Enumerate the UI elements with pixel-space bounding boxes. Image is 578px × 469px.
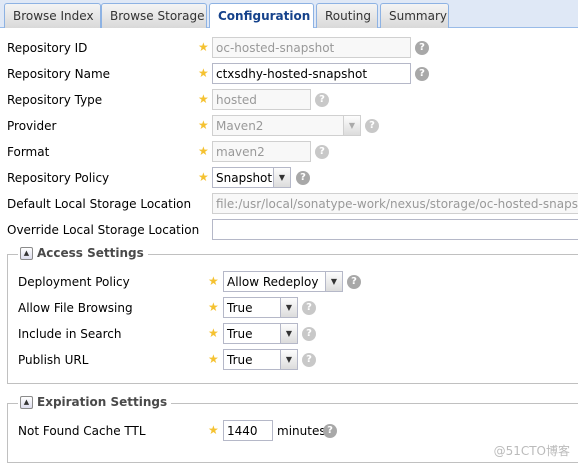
publish-url-row: Publish URL ★ True ▼ ? <box>8 348 568 374</box>
repo-policy-row: Repository Policy ★ Snapshot ▼ ? <box>0 166 578 192</box>
repo-type-field[interactable]: hosted <box>212 89 311 110</box>
required-star-icon: ★ <box>198 66 209 80</box>
tab-configuration[interactable]: Configuration <box>209 3 314 29</box>
not-found-ttl-row: Not Found Cache TTL ★ 1440 minutes ? <box>8 419 568 445</box>
repo-type-row: Repository Type ★ hosted ? <box>0 88 578 114</box>
file-browsing-value: True <box>227 301 253 315</box>
repo-id-field[interactable]: oc-hosted-snapshot <box>212 37 411 58</box>
repo-policy-label: Repository Policy <box>7 171 110 185</box>
required-star-icon: ★ <box>208 352 219 366</box>
help-icon[interactable]: ? <box>315 145 329 159</box>
provider-value: Maven2 <box>216 119 264 133</box>
deployment-policy-select[interactable]: Allow Redeploy ▼ <box>223 271 343 292</box>
file-browsing-select[interactable]: True ▼ <box>223 297 298 318</box>
include-search-select[interactable]: True ▼ <box>223 323 298 344</box>
repo-name-row: Repository Name ★ ctxsdhy-hosted-snapsho… <box>0 62 578 88</box>
help-icon[interactable]: ? <box>347 275 361 289</box>
provider-label: Provider <box>7 119 57 133</box>
tab-routing[interactable]: Routing <box>316 3 378 28</box>
chevron-down-icon[interactable]: ▼ <box>280 324 297 343</box>
help-icon[interactable]: ? <box>323 424 337 438</box>
access-settings-fieldset: ▲ Access Settings Deployment Policy ★ Al… <box>7 246 578 384</box>
tab-browse-index[interactable]: Browse Index <box>4 3 101 28</box>
file-browsing-label: Allow File Browsing <box>18 301 133 315</box>
deployment-policy-row: Deployment Policy ★ Allow Redeploy ▼ ? <box>8 270 568 296</box>
required-star-icon: ★ <box>198 170 209 184</box>
access-settings-title: Access Settings <box>37 246 144 260</box>
format-field[interactable]: maven2 <box>212 141 311 162</box>
required-star-icon: ★ <box>198 40 209 54</box>
provider-select[interactable]: Maven2 ▼ <box>212 115 361 136</box>
help-icon[interactable]: ? <box>302 327 316 341</box>
required-star-icon: ★ <box>198 144 209 158</box>
default-storage-row: Default Local Storage Location file:/usr… <box>0 192 578 218</box>
publish-url-select[interactable]: True ▼ <box>223 349 298 370</box>
required-star-icon: ★ <box>208 326 219 340</box>
tab-bar: Browse Index Browse Storage Configuratio… <box>0 0 578 29</box>
required-star-icon: ★ <box>198 118 209 132</box>
deployment-policy-label: Deployment Policy <box>18 275 130 289</box>
repo-id-row: Repository ID ★ oc-hosted-snapshot ? <box>0 36 578 62</box>
not-found-ttl-field[interactable]: 1440 <box>223 420 273 441</box>
required-star-icon: ★ <box>198 92 209 106</box>
repo-policy-select[interactable]: Snapshot ▼ <box>212 167 291 188</box>
default-storage-label: Default Local Storage Location <box>7 197 192 211</box>
format-label: Format <box>7 145 50 159</box>
chevron-down-icon[interactable]: ▼ <box>273 168 290 187</box>
override-storage-row: Override Local Storage Location <box>0 218 578 244</box>
not-found-ttl-label: Not Found Cache TTL <box>18 424 146 438</box>
override-storage-field[interactable] <box>212 219 578 240</box>
watermark: @51CTO博客 <box>493 444 570 458</box>
expiration-settings-fieldset: ▲ Expiration Settings Not Found Cache TT… <box>7 395 578 463</box>
required-star-icon: ★ <box>208 274 219 288</box>
override-storage-label: Override Local Storage Location <box>7 223 200 237</box>
default-storage-field[interactable]: file:/usr/local/sonatype-work/nexus/stor… <box>212 193 578 214</box>
repo-policy-value: Snapshot <box>216 171 273 185</box>
repo-name-field[interactable]: ctxsdhy-hosted-snapshot <box>212 63 411 84</box>
collapse-icon[interactable]: ▲ <box>20 246 33 260</box>
chevron-down-icon[interactable]: ▼ <box>280 298 297 317</box>
help-icon[interactable]: ? <box>415 67 429 81</box>
tab-browse-storage[interactable]: Browse Storage <box>101 3 207 28</box>
help-icon[interactable]: ? <box>365 119 379 133</box>
expiration-settings-legend: ▲ Expiration Settings <box>18 395 172 409</box>
required-star-icon: ★ <box>208 300 219 314</box>
publish-url-label: Publish URL <box>18 353 89 367</box>
required-star-icon: ★ <box>208 423 219 437</box>
help-icon[interactable]: ? <box>302 301 316 315</box>
provider-row: Provider ★ Maven2 ▼ ? <box>0 114 578 140</box>
expiration-settings-title: Expiration Settings <box>37 395 168 409</box>
include-search-label: Include in Search <box>18 327 122 341</box>
repo-id-label: Repository ID <box>7 41 88 55</box>
publish-url-value: True <box>227 353 253 367</box>
chevron-down-icon[interactable]: ▼ <box>343 116 360 135</box>
deployment-policy-value: Allow Redeploy <box>227 275 319 289</box>
help-icon[interactable]: ? <box>296 171 310 185</box>
help-icon[interactable]: ? <box>302 353 316 367</box>
chevron-down-icon[interactable]: ▼ <box>280 350 297 369</box>
repo-type-label: Repository Type <box>7 93 103 107</box>
ttl-unit-label: minutes <box>277 424 326 438</box>
help-icon[interactable]: ? <box>415 41 429 55</box>
help-icon[interactable]: ? <box>315 93 329 107</box>
format-row: Format ★ maven2 ? <box>0 140 578 166</box>
include-search-value: True <box>227 327 253 341</box>
include-search-row: Include in Search ★ True ▼ ? <box>8 322 568 348</box>
chevron-down-icon[interactable]: ▼ <box>325 272 342 291</box>
tab-summary[interactable]: Summary <box>380 3 449 28</box>
file-browsing-row: Allow File Browsing ★ True ▼ ? <box>8 296 568 322</box>
collapse-icon[interactable]: ▲ <box>20 395 33 409</box>
access-settings-legend: ▲ Access Settings <box>18 246 148 260</box>
configuration-panel: Repository ID ★ oc-hosted-snapshot ? Rep… <box>0 28 578 469</box>
repo-name-label: Repository Name <box>7 67 111 81</box>
